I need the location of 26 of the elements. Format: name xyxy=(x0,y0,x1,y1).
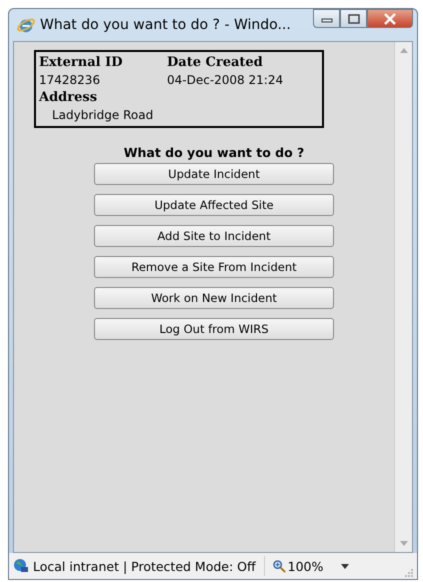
globe-icon xyxy=(13,558,29,574)
zoom-icon xyxy=(272,560,286,572)
minimize-button[interactable] xyxy=(313,9,340,28)
field-label: Address xyxy=(39,90,98,105)
maximize-button[interactable] xyxy=(340,9,367,28)
field-value: Ladybridge Road xyxy=(51,108,154,122)
zoom-control[interactable]: 100% xyxy=(272,558,324,574)
close-button[interactable] xyxy=(367,9,413,28)
maximize-icon xyxy=(348,14,360,24)
action-button[interactable]: Update Incident xyxy=(94,163,334,185)
window-title: What do you want to do ? - Windo... xyxy=(40,17,291,33)
action-button[interactable]: Update Affected Site xyxy=(94,194,334,216)
action-button[interactable]: Add Site to Incident xyxy=(94,225,334,247)
field-label: Date Created xyxy=(167,55,264,70)
action-button[interactable]: Remove a Site From Incident xyxy=(94,256,334,278)
prompt-heading: What do you want to do ? xyxy=(124,145,304,160)
action-button[interactable]: Log Out from WIRS xyxy=(94,318,334,340)
field-label: External ID xyxy=(39,55,124,70)
close-icon xyxy=(383,12,397,24)
field-value: 04-Dec-2008 21:24 xyxy=(167,73,284,87)
action-button[interactable]: Work on New Incident xyxy=(94,287,334,309)
globe-icon xyxy=(17,16,35,34)
security-zone: Local intranet | Protected Mode: Off xyxy=(33,558,256,574)
resize-grip-icon[interactable] xyxy=(403,567,413,577)
dropdown-icon[interactable] xyxy=(341,564,350,568)
field-value: 17428236 xyxy=(39,73,102,87)
